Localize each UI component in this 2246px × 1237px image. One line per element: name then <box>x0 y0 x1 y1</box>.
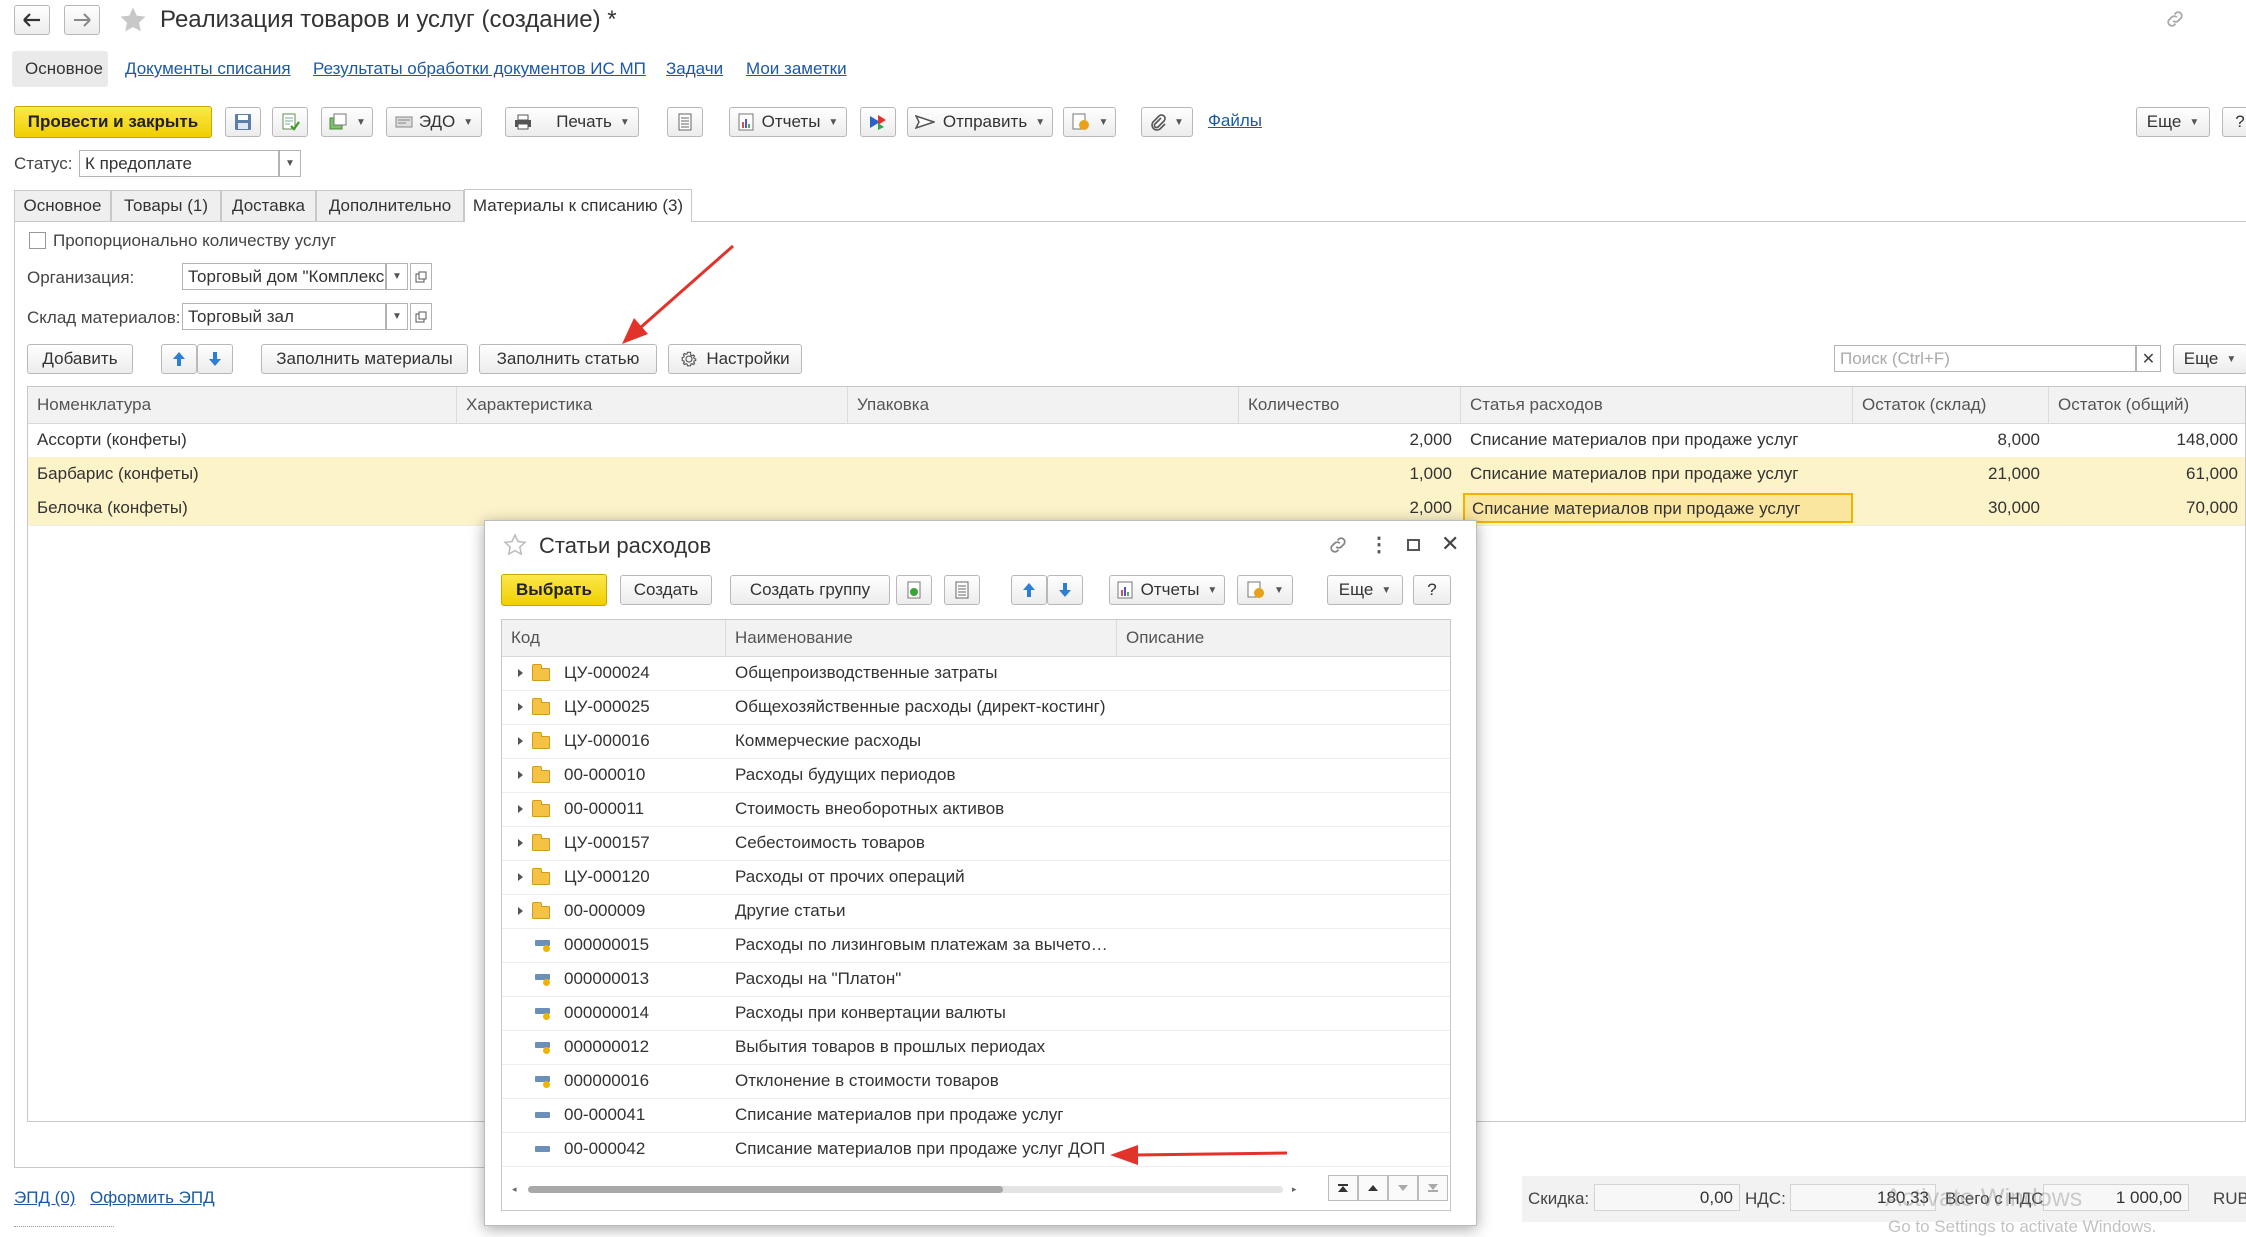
annotation-arrows <box>622 244 1288 1165</box>
arrow-to-dop-item <box>1110 1145 1288 1165</box>
arrow-to-fill-article <box>622 244 734 344</box>
